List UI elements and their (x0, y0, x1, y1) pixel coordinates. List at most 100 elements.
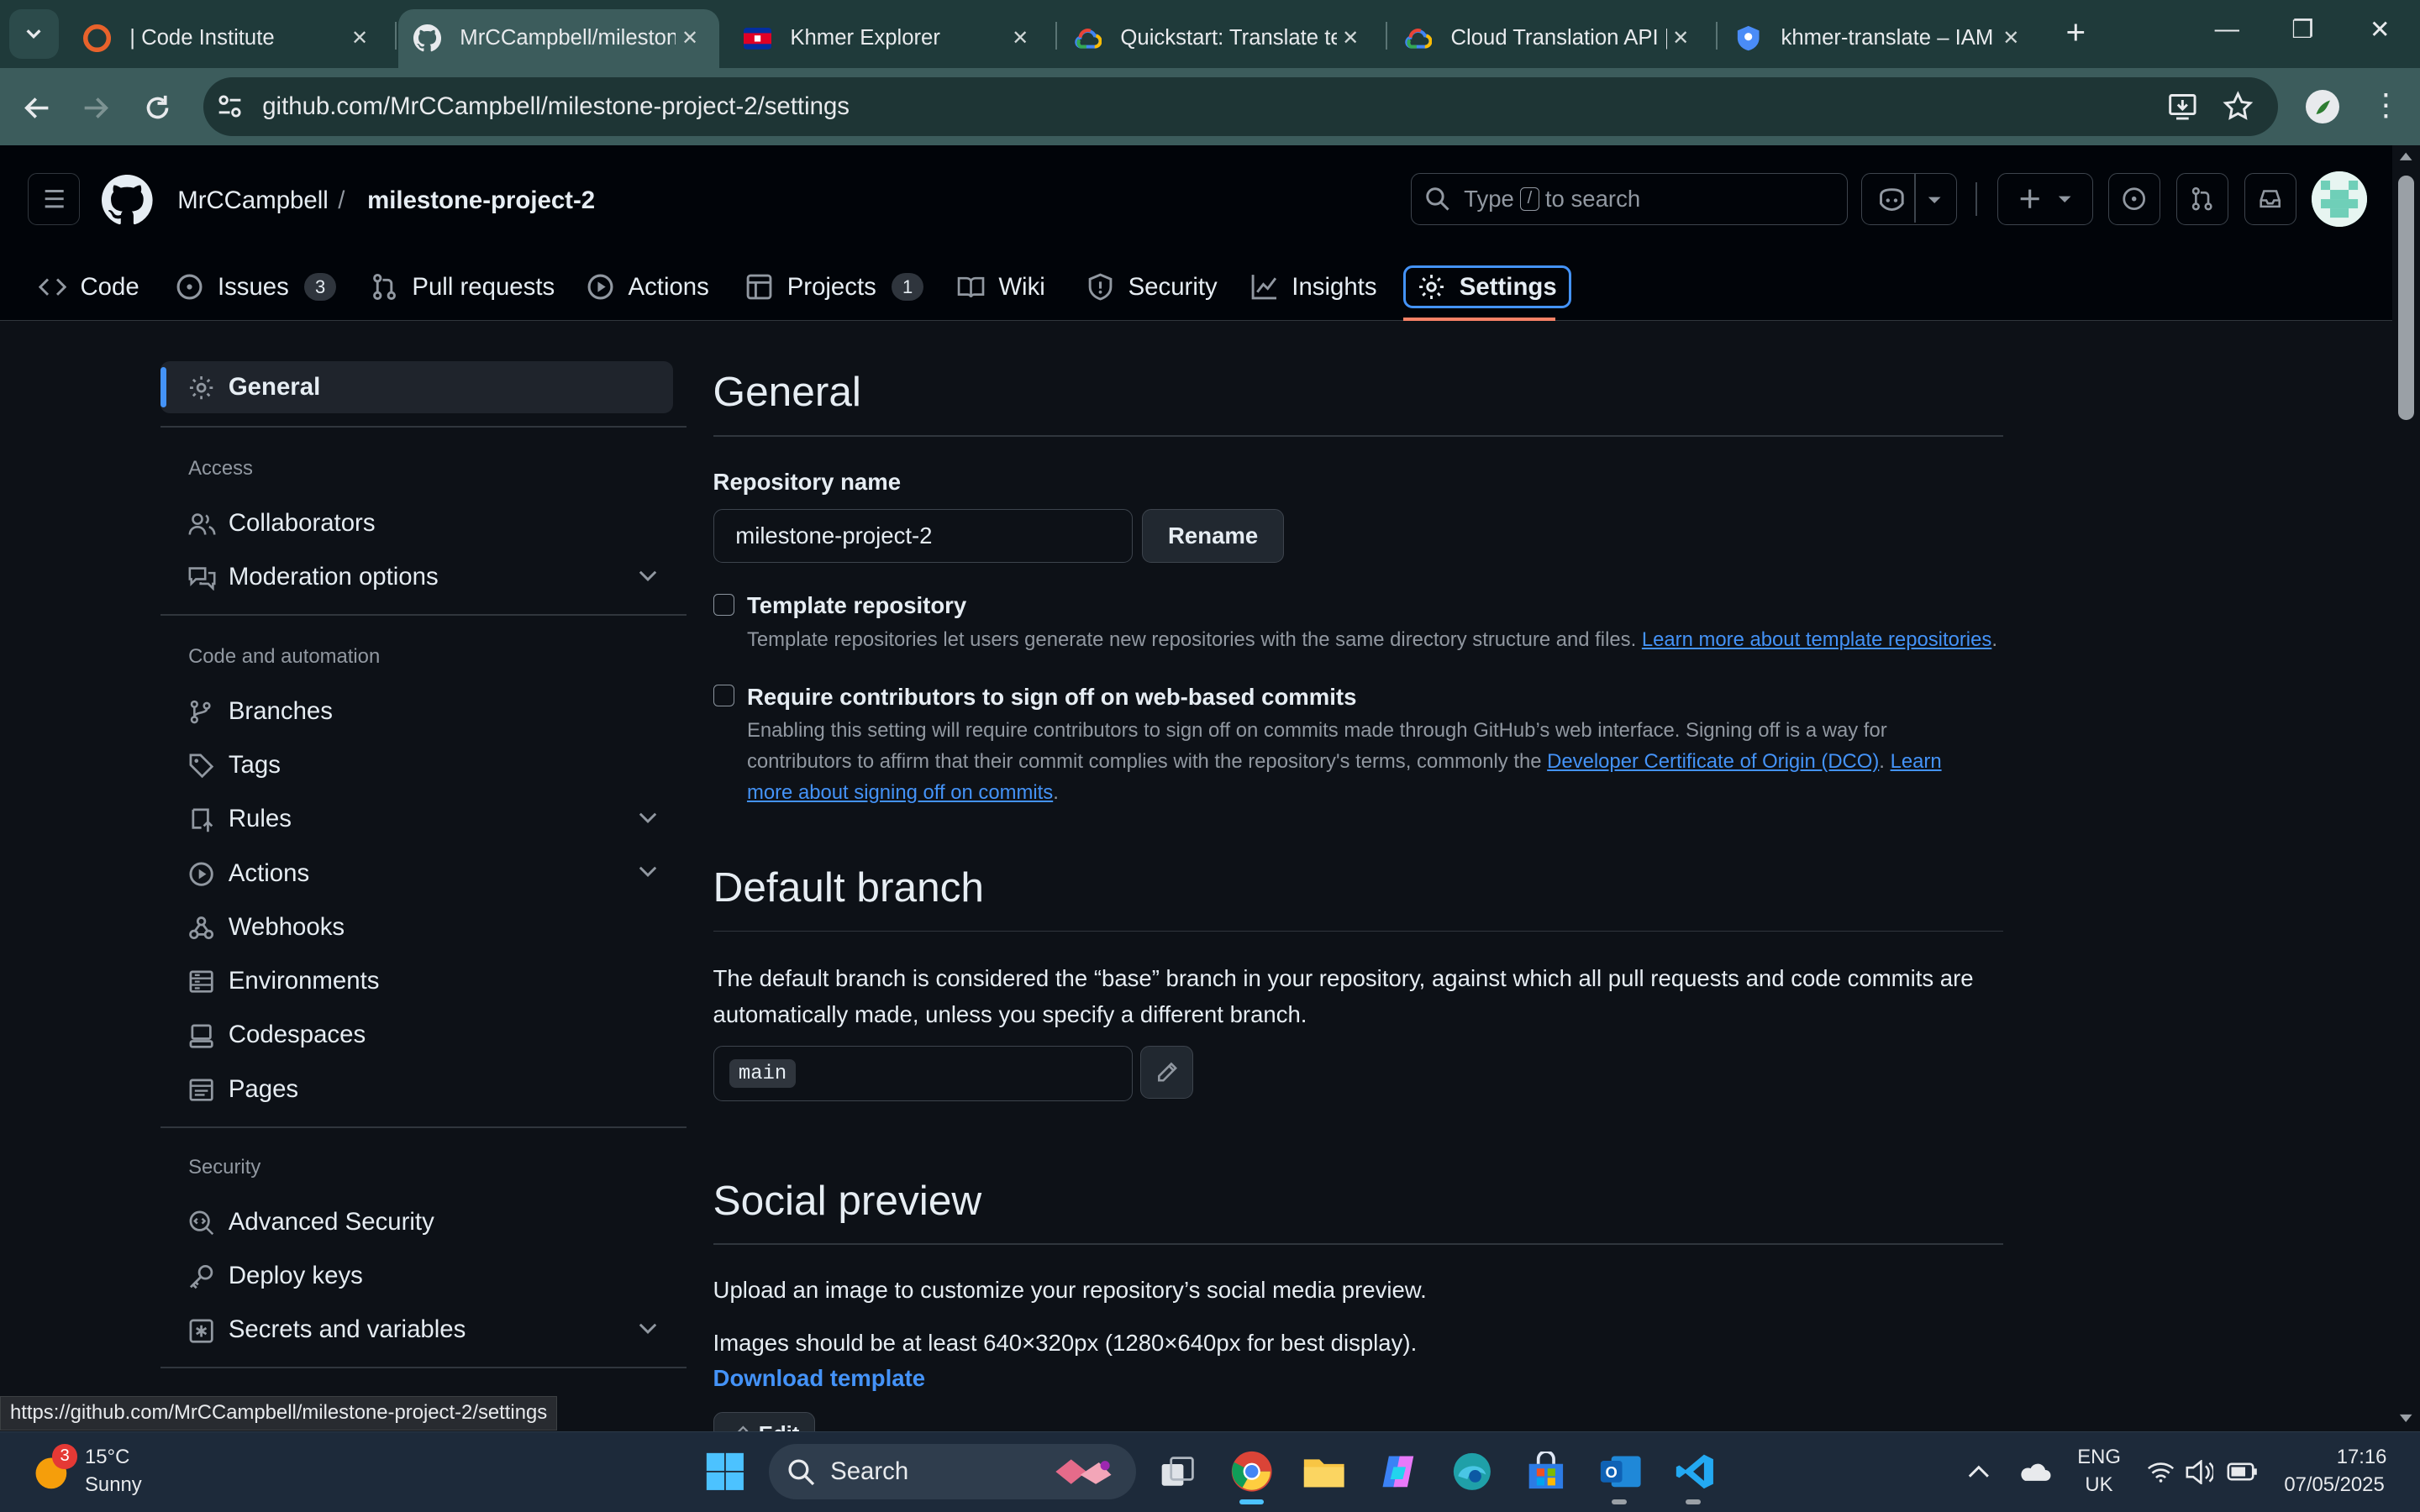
browser-tab-cloud-translation[interactable]: Cloud Translation API | ✕ (1389, 9, 1710, 68)
repo-name-field[interactable]: milestone-project-2 (713, 509, 1134, 564)
issues-count-badge: 3 (304, 272, 337, 302)
browser-tab-code-institute[interactable]: | Code Institute ✕ (68, 9, 389, 68)
edge-icon (1454, 1453, 1491, 1491)
volume-button[interactable] (2181, 1444, 2217, 1499)
taskbar-search[interactable]: Search (768, 1444, 1136, 1500)
taskbar-store[interactable] (1516, 1444, 1577, 1499)
install-app-icon (2168, 94, 2196, 120)
battery-button[interactable] (2223, 1444, 2263, 1499)
dco-link[interactable]: Developer Certificate of Origin (DCO) (1547, 750, 1879, 773)
default-branch-description: The default branch is considered the “ba… (713, 965, 1974, 1027)
clock-time[interactable]: 17:16 (2337, 1446, 2387, 1469)
sidebar-item-advanced-security[interactable]: Advanced Security (160, 1195, 673, 1247)
repo-push-icon (192, 808, 213, 832)
download-template-link[interactable]: Download template (713, 1361, 926, 1396)
tab-search-button[interactable] (9, 9, 59, 59)
edit-default-branch-button[interactable] (1140, 1046, 1193, 1099)
tab-security[interactable]: Security (1086, 253, 1218, 321)
rename-button[interactable]: Rename (1142, 509, 1285, 564)
clock-date[interactable]: 07/05/2025 (2284, 1473, 2384, 1497)
taskbar-copilot[interactable] (1367, 1444, 1428, 1499)
create-new-button[interactable] (1996, 172, 2093, 226)
sidebar-item-webhooks[interactable]: Webhooks (160, 901, 673, 953)
sidebar-item-branches[interactable]: Branches (160, 685, 673, 737)
scrollbar-thumb[interactable] (2398, 176, 2414, 420)
sidebar-item-codespaces[interactable]: Codespaces (160, 1009, 673, 1061)
codescan-icon (189, 1210, 214, 1236)
browser-menu-button[interactable]: ⋮ (2370, 87, 2402, 123)
issues-button[interactable] (2107, 172, 2161, 226)
copilot-button[interactable] (1861, 172, 1957, 226)
forward-button[interactable] (76, 88, 116, 129)
chrome-icon (1231, 1452, 1272, 1493)
github-logo[interactable] (102, 174, 153, 226)
restore-button[interactable]: ❐ (2280, 15, 2326, 45)
onedrive-button[interactable] (2007, 1444, 2062, 1499)
profile-icon (2316, 100, 2331, 114)
wifi-button[interactable] (2142, 1444, 2179, 1499)
close-icon[interactable]: ✕ (1667, 26, 1695, 50)
play-icon (189, 862, 213, 886)
chevron-down-icon (1928, 197, 1941, 203)
taskbar-edge[interactable] (1441, 1444, 1502, 1499)
close-icon[interactable]: ✕ (1007, 26, 1034, 50)
repo-link[interactable]: milestone-project-2 (367, 186, 595, 215)
back-button[interactable] (17, 88, 57, 129)
global-nav-button[interactable] (28, 172, 81, 226)
template-repo-checkbox[interactable] (713, 594, 735, 616)
close-icon[interactable]: ✕ (1337, 26, 1365, 50)
weather-widget[interactable]: 3 (31, 1444, 77, 1490)
reload-button[interactable] (137, 88, 177, 129)
language-line-2[interactable]: UK (2085, 1473, 2112, 1497)
sidebar-item-rules[interactable]: Rules (160, 793, 673, 845)
inbox-button[interactable] (2244, 172, 2296, 226)
template-learn-more-link[interactable]: Learn more about template repositories (1642, 628, 1991, 651)
sidebar-item-tags[interactable]: Tags (160, 739, 673, 791)
taskbar-file-explorer[interactable] (1293, 1444, 1355, 1499)
tab-pull-requests[interactable]: Pull requests (371, 253, 555, 321)
language-line-1[interactable]: ENG (2077, 1446, 2121, 1469)
sidebar-item-environments[interactable]: Environments (160, 955, 673, 1007)
tab-issues[interactable]: Issues 3 (176, 253, 337, 321)
sidebar-item-actions[interactable]: Actions (160, 847, 673, 899)
sidebar-item-general[interactable]: General (160, 360, 673, 414)
tab-code[interactable]: Code (38, 253, 139, 321)
show-hidden-icons-button[interactable] (1951, 1444, 2007, 1499)
sidebar-item-collaborators[interactable]: Collaborators (160, 496, 673, 549)
plus-icon (2020, 189, 2039, 208)
taskbar-outlook[interactable]: O (1590, 1444, 1651, 1504)
tab-wiki[interactable]: Wiki (957, 253, 1045, 321)
taskbar-chrome[interactable] (1221, 1444, 1282, 1504)
close-icon[interactable]: ✕ (676, 26, 703, 50)
browser-tab-khmer-explorer[interactable]: Khmer Explorer ✕ (729, 9, 1050, 68)
address-url: github.com/MrCCampbell/milestone-project… (262, 92, 850, 120)
sidebar-item-moderation-options[interactable]: Moderation options (160, 551, 673, 603)
profile-avatar[interactable] (2306, 89, 2340, 123)
search-input[interactable]: Type / to search (1410, 172, 1848, 226)
address-bar[interactable]: github.com/MrCCampbell/milestone-project… (203, 76, 2278, 136)
tab-insights[interactable]: Insights (1250, 253, 1377, 321)
start-button[interactable] (695, 1444, 756, 1499)
tab-projects[interactable]: Projects 1 (745, 253, 924, 321)
browser-tab-github[interactable]: MrCCampbell/milestone-project-2 ✕ (397, 9, 719, 68)
sidebar-item-deploy-keys[interactable]: Deploy keys (160, 1250, 673, 1302)
tab-actions[interactable]: Actions (587, 253, 709, 321)
close-window-button[interactable]: ✕ (2357, 15, 2403, 45)
scroll-down-icon (2400, 1415, 2412, 1423)
owner-link[interactable]: MrCCampbell (177, 186, 329, 215)
avatar[interactable] (2312, 171, 2368, 227)
sidebar-item-pages[interactable]: Pages (160, 1063, 673, 1115)
close-icon[interactable]: ✕ (1997, 26, 2025, 50)
close-icon[interactable]: ✕ (345, 26, 373, 50)
pull-requests-button[interactable] (2175, 172, 2229, 226)
browser-tab-iam[interactable]: khmer-translate – IAM & Admin ✕ (1719, 9, 2040, 68)
new-tab-button[interactable]: + (2053, 13, 2099, 52)
taskbar-vscode[interactable] (1664, 1444, 1725, 1504)
tab-settings[interactable]: Settings (1402, 253, 1572, 322)
signoff-checkbox[interactable] (713, 685, 735, 707)
sidebar-item-secrets-variables[interactable]: Secrets and variables (160, 1304, 673, 1356)
task-view-button[interactable] (1147, 1444, 1208, 1499)
minimize-button[interactable]: — (2204, 15, 2250, 44)
task-view-icon (1162, 1457, 1195, 1486)
browser-tab-quickstart[interactable]: Quickstart: Translate text ✕ (1059, 9, 1380, 68)
